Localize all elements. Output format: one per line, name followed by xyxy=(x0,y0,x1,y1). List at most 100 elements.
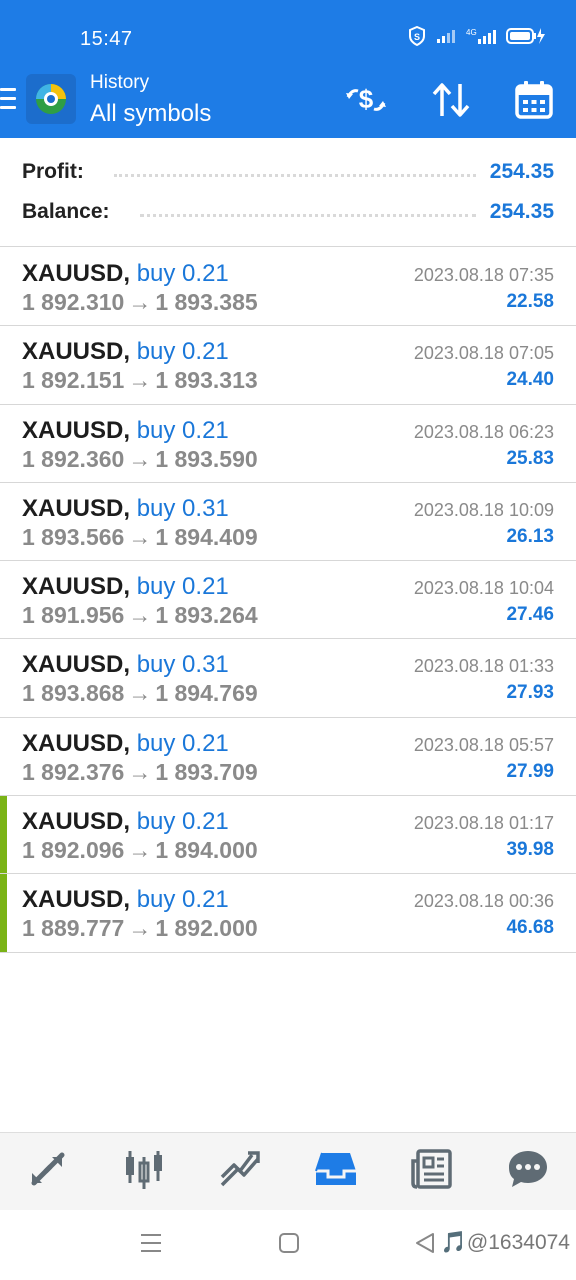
deal-prices: 1 892.376 → 1 893.709 xyxy=(22,759,258,786)
sort-icon[interactable] xyxy=(429,78,473,122)
dotted-leader xyxy=(139,213,476,217)
deal-profit: 22.58 xyxy=(506,291,554,312)
deal-separator: , xyxy=(123,886,137,914)
deal-row[interactable]: XAUUSD, buy 0.21 1 892.360 → 1 893.590 2023.… xyxy=(0,405,576,483)
open-price: 1 893.566 xyxy=(22,523,125,550)
deal-title: XAUUSD, buy 0.21 xyxy=(22,730,229,758)
deal-prices: 1 889.777 → 1 892.000 xyxy=(22,915,258,942)
deal-profit: 46.68 xyxy=(506,917,554,939)
close-price: 1 893.313 xyxy=(155,367,258,394)
deal-type: buy 0.21 xyxy=(136,573,229,601)
deal-row[interactable]: XAUUSD, buy 0.21 1 889.777 → 1 892.000 2023.… xyxy=(0,874,576,953)
recents-menu-icon[interactable] xyxy=(140,1232,162,1259)
menu-icon[interactable] xyxy=(0,88,16,110)
deal-title: XAUUSD, buy 0.21 xyxy=(22,417,229,445)
tab-history[interactable] xyxy=(288,1133,384,1210)
deal-row[interactable]: XAUUSD, buy 0.21 1 892.310 → 1 893.385 2023.… xyxy=(0,248,576,327)
deal-symbol: XAUUSD xyxy=(22,886,124,914)
close-price: 1 894.000 xyxy=(155,837,258,864)
deal-separator: , xyxy=(123,573,137,601)
deal-title: XAUUSD, buy 0.21 xyxy=(22,260,229,288)
home-icon[interactable] xyxy=(278,1232,300,1259)
arrow-right-icon: → xyxy=(128,445,152,472)
deal-symbol: XAUUSD xyxy=(22,808,124,836)
deal-time: 2023.08.18 00:36 xyxy=(413,891,554,912)
tab-messages[interactable] xyxy=(480,1133,576,1210)
deal-type: buy 0.21 xyxy=(136,260,229,287)
deal-prices: 1 892.310 → 1 893.385 xyxy=(22,289,258,316)
profit-row: Profit: 254.35 xyxy=(22,157,554,187)
signal-4g-icon: 4G xyxy=(466,27,496,50)
deal-time: 2023.08.18 10:04 xyxy=(413,578,554,599)
deal-time: 2023.08.18 10:09 xyxy=(413,499,554,520)
deals-list: XAUUSD, buy 0.21 1 892.310 → 1 893.385 2023.… xyxy=(0,248,576,953)
deal-time: 2023.08.18 01:17 xyxy=(413,813,554,834)
deal-title: XAUUSD, buy 0.21 xyxy=(22,338,229,366)
arrow-right-icon: → xyxy=(128,367,152,394)
profit-value: 254.35 xyxy=(489,160,554,183)
open-price: 1 891.956 xyxy=(22,602,125,629)
arrow-right-icon: → xyxy=(128,523,152,550)
metatrader-logo-icon xyxy=(26,74,76,124)
history-icon xyxy=(314,1147,358,1196)
profit-label: Profit: xyxy=(22,160,84,183)
profit-marker xyxy=(0,796,7,874)
deal-prices: 1 892.360 → 1 893.590 xyxy=(22,446,258,473)
signal-icon xyxy=(436,28,456,49)
deal-row[interactable]: XAUUSD, buy 0.31 1 893.868 → 1 894.769 2023.… xyxy=(0,639,576,718)
deal-type: buy 0.21 xyxy=(136,338,229,366)
open-price: 1 892.151 xyxy=(22,367,125,394)
tab-trade[interactable] xyxy=(192,1133,288,1210)
symbol-filter[interactable]: All symbols xyxy=(90,100,211,128)
arrow-right-icon: → xyxy=(128,680,152,707)
tab-news[interactable] xyxy=(384,1133,480,1210)
deal-time: 2023.08.18 01:33 xyxy=(413,656,554,677)
currency-exchange-icon[interactable]: $ xyxy=(344,78,388,122)
svg-text:S: S xyxy=(414,32,420,42)
deal-separator: , xyxy=(123,808,137,836)
deal-profit: 27.99 xyxy=(506,760,554,782)
deal-profit: 24.40 xyxy=(506,369,554,391)
profit-marker xyxy=(0,874,7,952)
svg-text:$: $ xyxy=(359,84,374,114)
open-price: 1 892.376 xyxy=(22,758,125,785)
bottom-tab-bar xyxy=(0,1132,576,1210)
deal-time: 2023.08.18 06:23 xyxy=(413,421,554,442)
tab-quotes[interactable] xyxy=(0,1133,96,1210)
deal-type: buy 0.31 xyxy=(136,494,229,522)
deal-row[interactable]: XAUUSD, buy 0.21 1 892.151 → 1 893.313 2023.… xyxy=(0,326,576,405)
close-price: 1 893.709 xyxy=(155,758,258,785)
status-icons: S 4G xyxy=(408,25,546,50)
deal-symbol: XAUUSD xyxy=(22,729,124,757)
network-label: 4G xyxy=(466,28,477,37)
deal-row[interactable]: XAUUSD, buy 0.21 1 892.096 → 1 894.000 2023.… xyxy=(0,796,576,875)
deal-title: XAUUSD, buy 0.21 xyxy=(22,573,229,601)
deal-row[interactable]: XAUUSD, buy 0.21 1 891.956 → 1 893.264 2023.… xyxy=(0,561,576,640)
balance-row: Balance: 254.35 xyxy=(22,197,554,227)
deal-prices: 1 891.956 → 1 893.264 xyxy=(22,602,258,629)
tab-chart[interactable] xyxy=(96,1133,192,1210)
quotes-icon xyxy=(26,1147,70,1196)
deal-profit: 26.13 xyxy=(506,525,554,547)
app-header: 15:47 S 4G History All symbols $ xyxy=(0,0,576,138)
calendar-icon[interactable] xyxy=(512,78,556,122)
deal-title: XAUUSD, buy 0.21 xyxy=(22,808,229,836)
deal-profit: 39.98 xyxy=(506,839,554,861)
open-price: 1 892.096 xyxy=(22,837,125,864)
deal-type: buy 0.31 xyxy=(136,651,229,679)
deal-time: 2023.08.18 05:57 xyxy=(413,734,554,755)
close-price: 1 894.409 xyxy=(155,523,258,550)
deal-symbol: XAUUSD xyxy=(22,338,124,366)
balance-label: Balance: xyxy=(22,200,110,223)
open-price: 1 893.868 xyxy=(22,680,125,707)
deal-separator: , xyxy=(123,494,137,522)
news-icon xyxy=(410,1147,454,1196)
deal-symbol: XAUUSD xyxy=(22,573,124,601)
watermark-text: 🎵@1634074 xyxy=(440,1231,570,1254)
trade-icon xyxy=(218,1147,262,1196)
deal-row[interactable]: XAUUSD, buy 0.31 1 893.566 → 1 894.409 2023.… xyxy=(0,483,576,562)
deal-row[interactable]: XAUUSD, buy 0.21 1 892.376 → 1 893.709 2023.… xyxy=(0,718,576,797)
back-icon[interactable] xyxy=(414,1232,436,1259)
deal-type: buy 0.21 xyxy=(136,729,229,757)
deal-profit: 27.93 xyxy=(506,682,554,704)
